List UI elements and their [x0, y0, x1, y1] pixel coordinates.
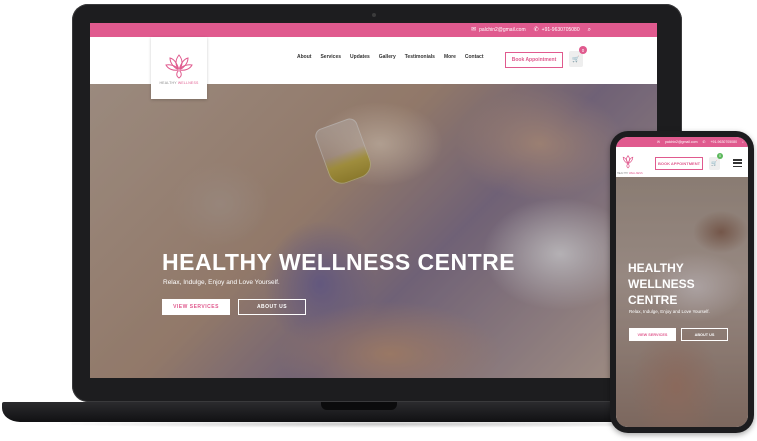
mobile-phone-text[interactable]: +91-9630705080: [710, 140, 737, 144]
hero-overlay: [90, 84, 657, 378]
mobile-logo-text-b: WELLNESS: [629, 172, 643, 175]
nav-item-more[interactable]: More: [444, 54, 456, 60]
hero-title: HEALTHY WELLNESS CENTRE: [162, 249, 516, 275]
nav-item-services[interactable]: Services: [320, 54, 341, 60]
mobile-search-icon[interactable]: ⌕: [742, 140, 744, 144]
nav-item-updates[interactable]: Updates: [350, 54, 370, 60]
mobile-email-text[interactable]: palchin2@gmail.com: [665, 140, 698, 144]
mobile-mail-icon: ✉: [657, 140, 660, 144]
hero-banner: HEALTHY WELLNESS CENTRE Relax, Indulge, …: [90, 84, 657, 378]
laptop-camera: [372, 13, 376, 17]
cart-button[interactable]: 🛒 0: [569, 46, 587, 67]
logo-text-a: HEALTHY: [159, 81, 177, 85]
main-nav: HEALTHY WELLNESS About Services Updates …: [90, 37, 657, 99]
mobile-hero: HEALTHY WELLNESS CENTRE Relax, Indulge, …: [616, 177, 748, 427]
search-icon[interactable]: ⌕: [588, 27, 591, 33]
book-appointment-button[interactable]: Book Appointment: [505, 52, 563, 68]
view-services-button[interactable]: VIEW SERVICES: [162, 299, 230, 315]
contact-email[interactable]: ✉ palchin2@gmail.com: [471, 27, 526, 33]
device-mockup: ✉ palchin2@gmail.com ✆ +91-9630705080 ⌕: [0, 0, 757, 441]
top-contact-bar: ✉ palchin2@gmail.com ✆ +91-9630705080 ⌕: [90, 23, 657, 37]
contact-phone-text: +91-9630705080: [541, 27, 580, 33]
cart-count-badge: 0: [579, 46, 587, 54]
mobile-about-us-button[interactable]: ABOUT US: [681, 328, 728, 341]
mobile-view-services-button[interactable]: VIEW SERVICES: [629, 328, 676, 341]
logo-text-b: WELLNESS: [177, 81, 199, 85]
about-us-button[interactable]: ABOUT US: [238, 299, 306, 315]
mobile-hero-title: HEALTHY WELLNESS CENTRE: [628, 261, 695, 307]
mobile-hero-subtitle: Relax, Indulge, Enjoy and Love Yourself.: [629, 309, 710, 314]
mobile-cart-icon: 🛒: [711, 160, 718, 167]
mobile-logo-text: HEALTHY WELLNESS: [617, 172, 643, 175]
mobile-book-appointment-button[interactable]: BOOK APPOINTMENT: [655, 157, 703, 170]
contact-email-text: palchin2@gmail.com: [479, 27, 526, 33]
site-logo[interactable]: HEALTHY WELLNESS: [151, 37, 207, 99]
nav-item-about[interactable]: About: [297, 54, 311, 60]
lotus-logo-icon: [165, 54, 193, 79]
mail-icon: ✉: [471, 27, 477, 33]
hero-subtitle: Relax, Indulge, Enjoy and Love Yourself.: [163, 279, 280, 286]
nav-links: About Services Updates Gallery Testimoni…: [297, 54, 484, 60]
phone-icon: ✆: [533, 27, 539, 33]
mobile-cart-badge: 0: [717, 153, 723, 159]
cart-icon: 🛒: [572, 56, 580, 63]
mobile-logo-text-a: HEALTHY: [617, 172, 629, 175]
laptop-notch: [321, 402, 397, 410]
mobile-cart-button[interactable]: 🛒 0: [709, 153, 723, 170]
logo-text: HEALTHY WELLNESS: [159, 81, 198, 85]
mobile-nav: HEALTHY WELLNESS BOOK APPOINTMENT 🛒 0: [616, 147, 748, 177]
nav-item-testimonials[interactable]: Testimonials: [405, 54, 435, 60]
nav-item-gallery[interactable]: Gallery: [379, 54, 396, 60]
contact-phone[interactable]: ✆ +91-9630705080: [534, 27, 580, 33]
mobile-logo-icon[interactable]: [620, 151, 636, 171]
laptop-screen: ✉ palchin2@gmail.com ✆ +91-9630705080 ⌕: [90, 23, 657, 378]
phone-screen: ✉ palchin2@gmail.com ✆ +91-9630705080 ⌕ …: [616, 137, 748, 427]
nav-item-contact[interactable]: Contact: [465, 54, 484, 60]
hamburger-menu-icon[interactable]: [733, 159, 742, 167]
mobile-contact-bar: ✉ palchin2@gmail.com ✆ +91-9630705080 ⌕: [616, 137, 748, 147]
mobile-phone-icon: ✆: [702, 140, 706, 144]
